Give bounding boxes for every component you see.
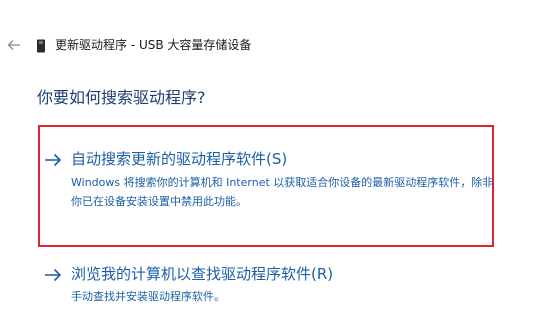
back-arrow-icon[interactable] <box>6 37 22 53</box>
auto-search-option-title: 自动搜索更新的驱动程序软件(S) <box>71 150 288 168</box>
browse-computer-option-description: 手动查找并安装驱动程序软件。 <box>71 290 225 303</box>
window-title: 更新驱动程序 - USB 大容量存储设备 <box>55 38 252 52</box>
page-heading: 你要如何搜索驱动程序? <box>37 88 206 107</box>
arrow-right-icon <box>44 267 62 282</box>
usb-device-icon <box>36 38 46 53</box>
title-bar: 更新驱动程序 - USB 大容量存储设备 <box>0 30 536 60</box>
arrow-right-icon <box>44 152 62 167</box>
auto-search-option-description: Windows 将搜索你的计算机和 Internet 以获取适合你设备的最新驱动… <box>71 176 494 208</box>
browse-computer-option-title: 浏览我的计算机以查找驱动程序软件(R) <box>71 265 334 283</box>
